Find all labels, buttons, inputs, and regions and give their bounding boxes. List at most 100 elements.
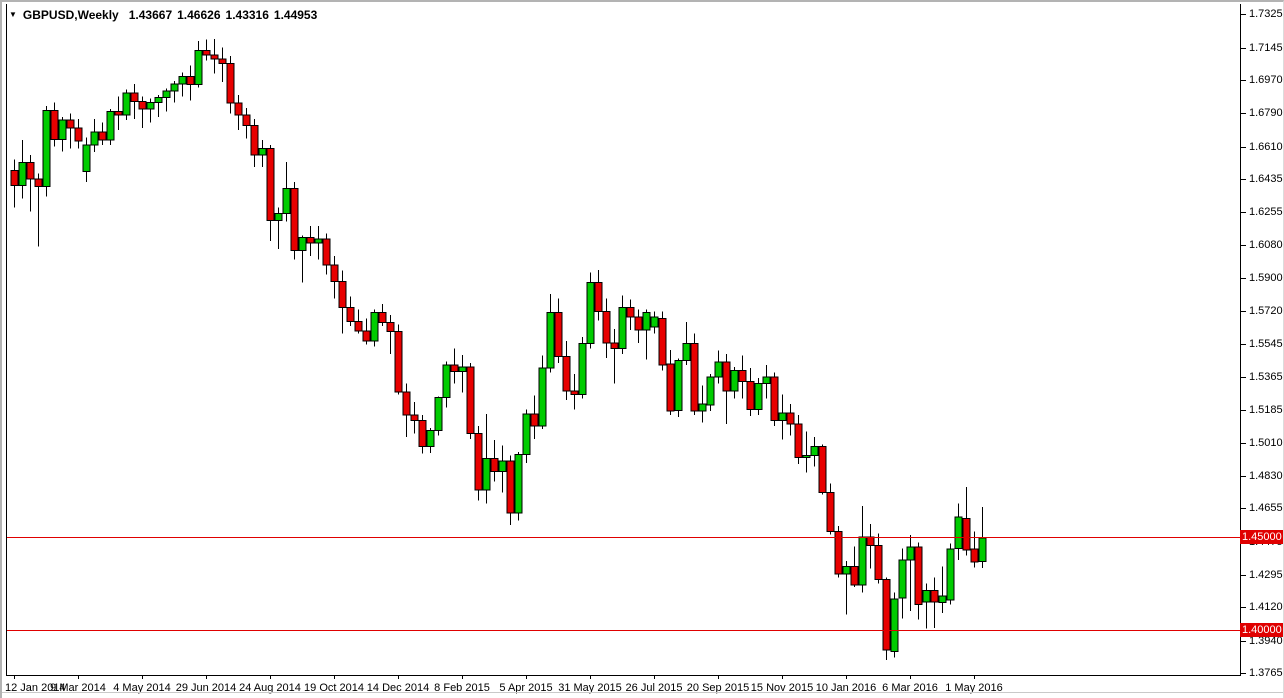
candle-body-up [315, 239, 322, 243]
candle-body-down [115, 112, 122, 116]
price-tick-mark [1241, 508, 1246, 509]
candle-body-up [459, 367, 466, 372]
candle-body-up [907, 547, 914, 560]
candle-body-down [379, 312, 386, 322]
candle-body-down [603, 311, 610, 342]
candle-body-down [723, 362, 730, 391]
candle-body-down [387, 322, 394, 331]
candle-body-up [59, 120, 66, 139]
candle-body-up [171, 84, 178, 91]
candle-body-up [587, 283, 594, 344]
date-tick-mark [654, 675, 655, 679]
date-tick-mark [910, 675, 911, 679]
price-tick-mark [1241, 575, 1246, 576]
level-price-badge: 1.45000 [1240, 530, 1284, 544]
candle-body-down [235, 103, 242, 115]
price-tick-label: 1.37650 [1249, 668, 1284, 679]
price-tick-label: 1.62550 [1249, 207, 1284, 218]
candle-body-down [203, 50, 210, 55]
date-tick-mark [718, 675, 719, 679]
candle-body-up [699, 404, 706, 411]
candle-body-down [507, 461, 514, 513]
candle-body-down [963, 519, 970, 550]
time-axis[interactable]: 12 Jan 20149 Mar 20144 May 201429 Jun 20… [2, 675, 1240, 697]
candle-body-down [395, 332, 402, 392]
price-tick-label: 1.53650 [1249, 372, 1284, 383]
candle-body-down [571, 391, 578, 395]
candle-body-down [787, 413, 794, 424]
candle-body-up [427, 431, 434, 447]
candle-body-up [923, 591, 930, 602]
date-tick-mark [846, 675, 847, 679]
candle-body-up [443, 365, 450, 397]
price-tick-mark [1241, 476, 1246, 477]
candle-body-down [771, 377, 778, 420]
candle-body-up [283, 188, 290, 213]
candle-body-up [43, 111, 50, 187]
price-tick-label: 1.66100 [1249, 142, 1284, 153]
price-tick-label: 1.41200 [1249, 602, 1284, 613]
price-tick-label: 1.51850 [1249, 405, 1284, 416]
candle-body-up [91, 132, 98, 145]
candle-body-down [243, 115, 250, 125]
candle-body-down [795, 424, 802, 457]
candle-body-up [651, 317, 658, 327]
candle-body-down [475, 433, 482, 489]
price-tick-mark [1241, 673, 1246, 674]
price-tick-mark [1241, 641, 1246, 642]
candle-body-down [355, 322, 362, 331]
date-tick-mark [526, 675, 527, 679]
bar-open-value: 1.43667 [129, 8, 172, 22]
price-tick-label: 1.69700 [1249, 75, 1284, 86]
date-tick-mark [206, 675, 207, 679]
candle-body-down [219, 59, 226, 64]
candle-body-down [827, 493, 834, 532]
candle-body-up [899, 560, 906, 598]
date-tick-mark [398, 675, 399, 679]
candle-body-up [619, 308, 626, 349]
candle-body-up [947, 549, 954, 600]
candle-body-down [971, 549, 978, 562]
chart-symbol-period: GBPUSD,Weekly [23, 8, 119, 22]
price-tick-label: 1.50100 [1249, 438, 1284, 449]
candle-body-up [707, 377, 714, 405]
candle-body-down [491, 458, 498, 471]
candle-body-up [675, 360, 682, 410]
price-axis[interactable]: 1.732501.714501.697001.679001.661001.643… [1240, 2, 1284, 675]
candle-body-down [99, 132, 106, 140]
price-tick-mark [1241, 14, 1246, 15]
price-tick-label: 1.67900 [1249, 108, 1284, 119]
candle-body-down [851, 567, 858, 586]
candle-body-down [27, 162, 34, 179]
candle-body-up [891, 599, 898, 652]
candle-body-down [595, 283, 602, 312]
price-tick-mark [1241, 410, 1246, 411]
candle-body-down [915, 547, 922, 604]
candle-body-up [107, 112, 114, 141]
candle-body-down [35, 179, 42, 186]
price-tick-label: 1.71450 [1249, 43, 1284, 54]
price-tick-mark [1241, 80, 1246, 81]
one-click-trading-arrow-icon[interactable]: ▼ [9, 10, 17, 20]
candle-body-down [347, 308, 354, 322]
bar-close-value: 1.44953 [274, 8, 317, 22]
candle-body-up [147, 102, 154, 108]
date-tick-mark [782, 675, 783, 679]
candle-body-up [715, 362, 722, 377]
candle-body-down [883, 580, 890, 651]
price-tick-label: 1.42950 [1249, 570, 1284, 581]
candle-body-up [299, 237, 306, 250]
candle-body-down [659, 319, 666, 365]
price-tick-label: 1.39400 [1249, 636, 1284, 647]
candle-body-up [259, 149, 266, 155]
price-tick-mark [1241, 179, 1246, 180]
candle-body-down [323, 239, 330, 265]
candle-body-up [483, 458, 490, 489]
price-tick-label: 1.59000 [1249, 273, 1284, 284]
price-tick-label: 1.55450 [1249, 339, 1284, 350]
price-tick-mark [1241, 443, 1246, 444]
candle-body-up [515, 455, 522, 513]
price-tick-label: 1.57200 [1249, 306, 1284, 317]
candlestick-plot[interactable] [2, 2, 1284, 698]
date-tick-mark [462, 675, 463, 679]
